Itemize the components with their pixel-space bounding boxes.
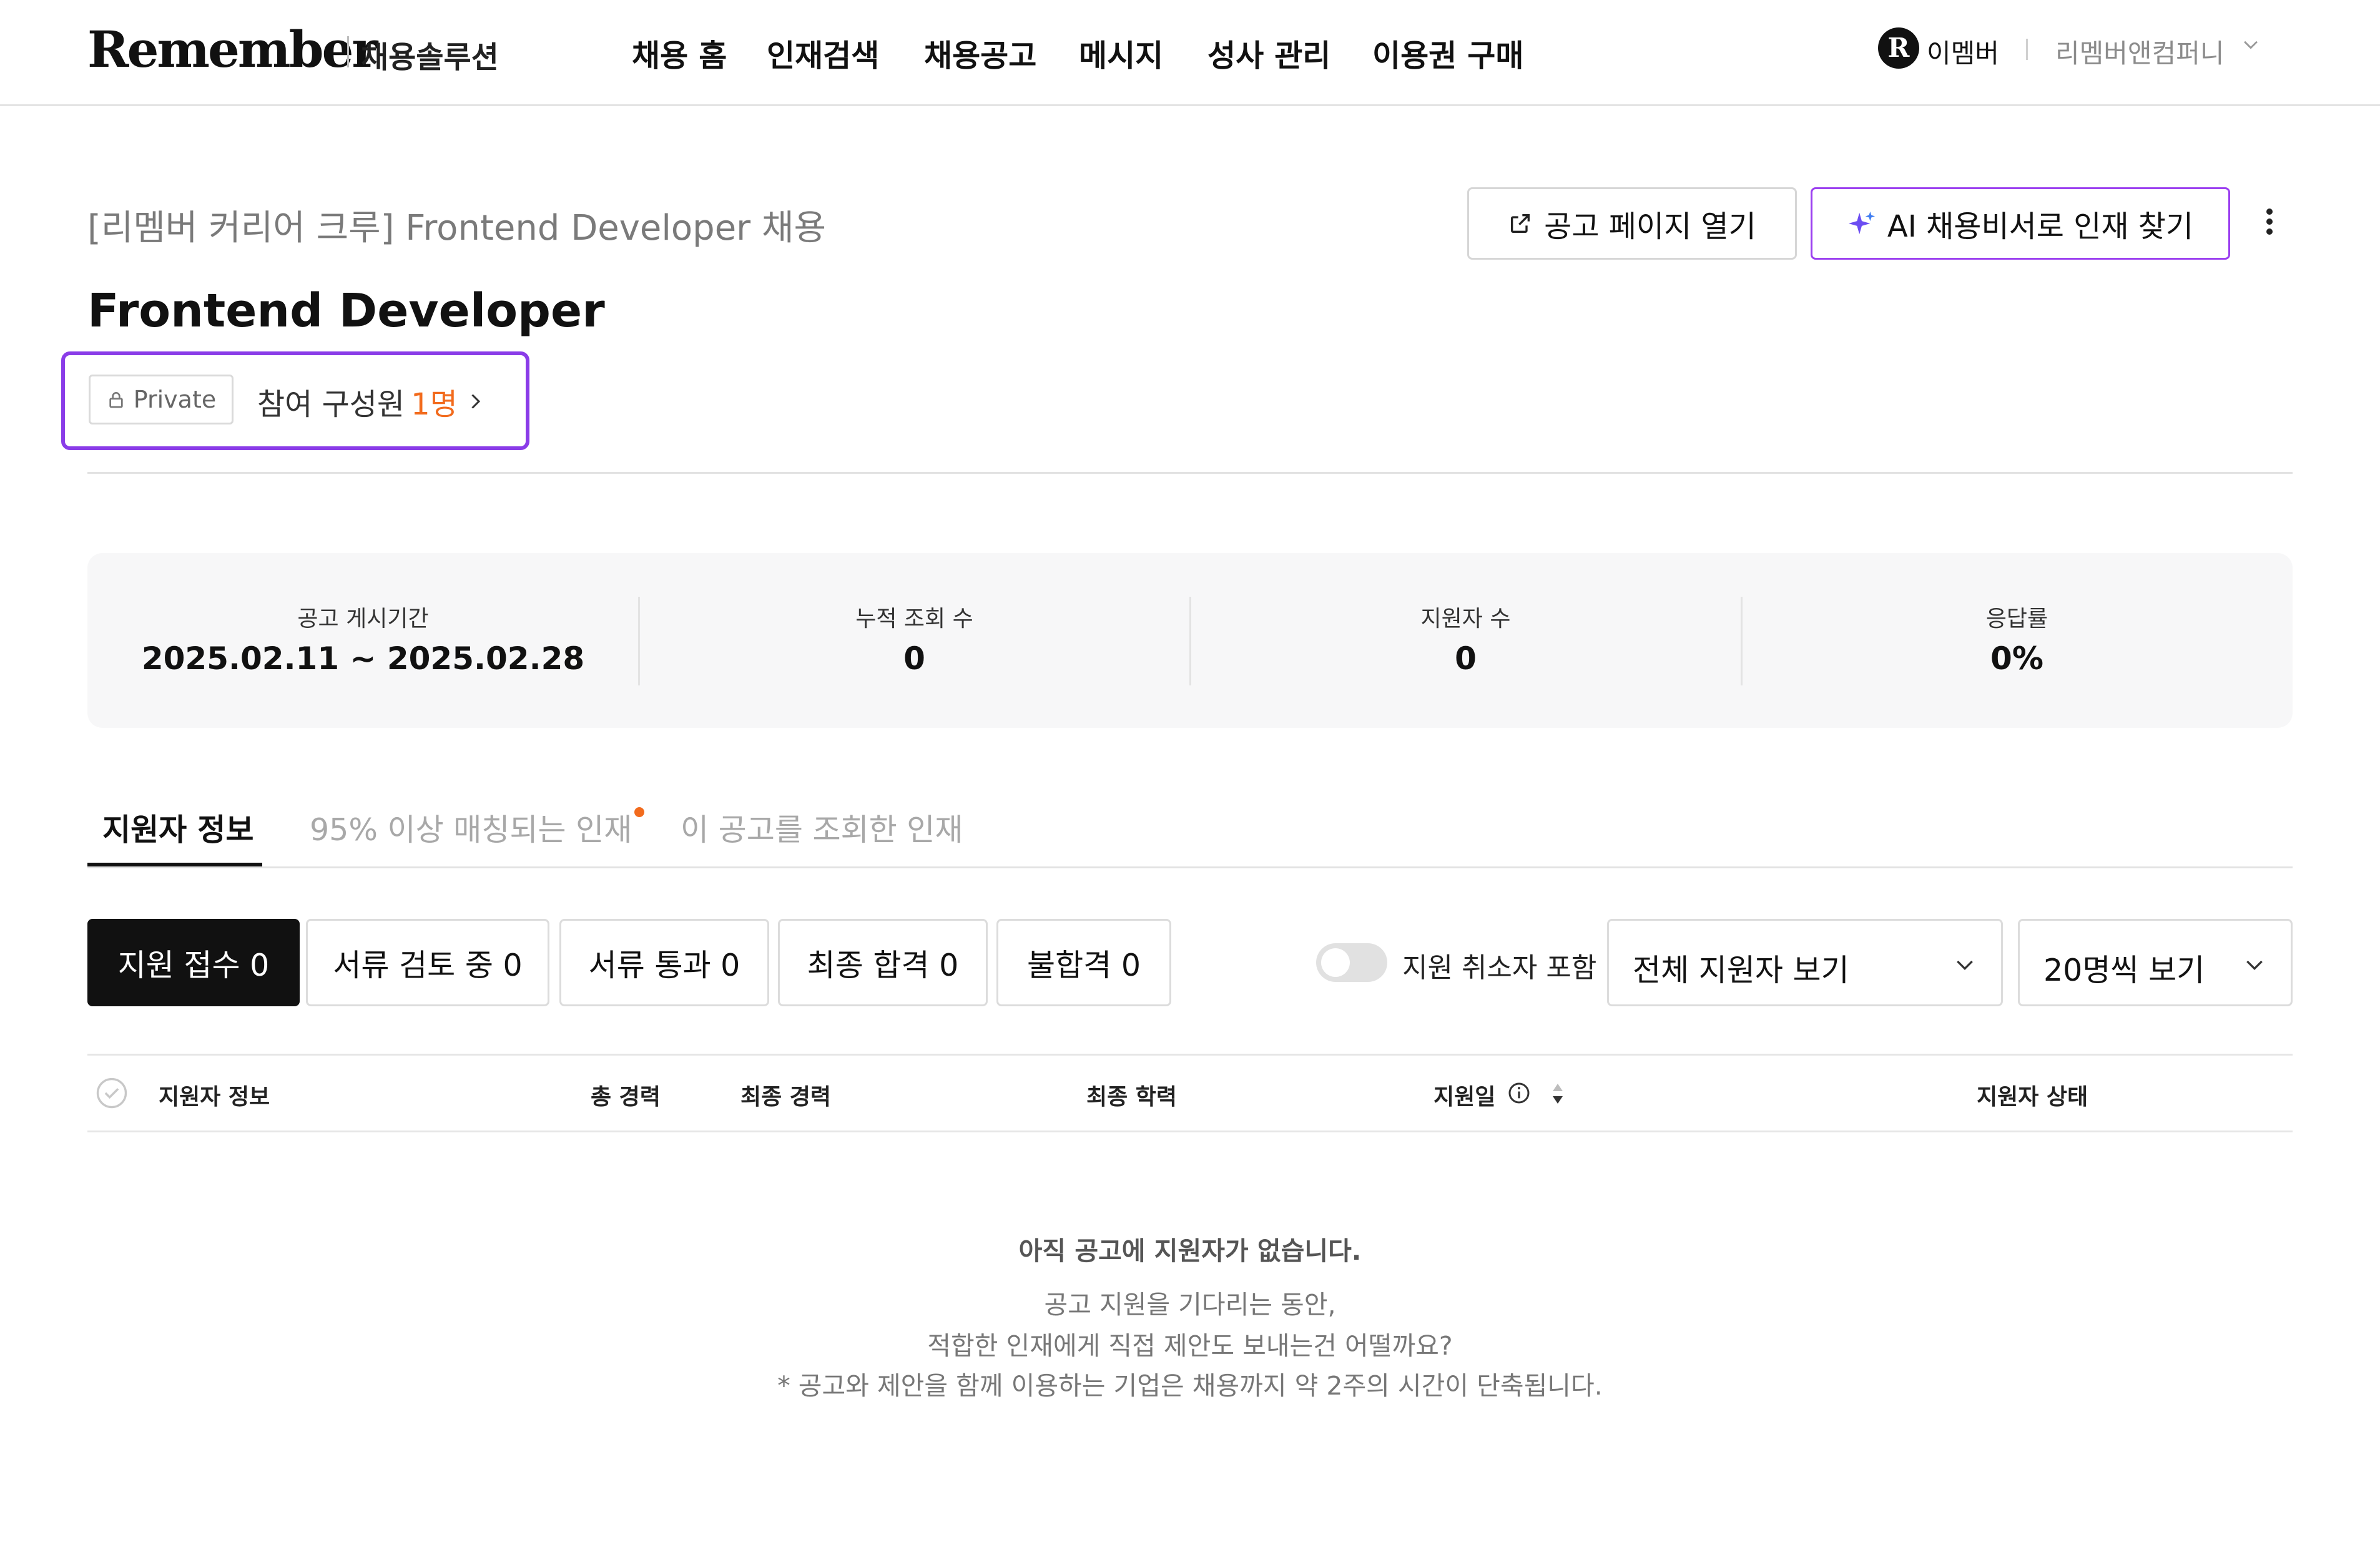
stat-applicant-count: 지원자 수 0	[1190, 553, 1741, 728]
nav-job-posts[interactable]: 채용공고	[924, 31, 1036, 76]
user-avatar-icon[interactable]: R	[1878, 27, 1919, 69]
stat-value: 0	[903, 640, 925, 677]
include-cancelled-label: 지원 취소자 포함	[1402, 952, 1597, 984]
job-breadcrumb: [리멤버 커리어 크루] Frontend Developer 채용	[87, 208, 827, 248]
company-switcher[interactable]: 리멤버앤컴퍼니	[2055, 32, 2224, 71]
external-link-icon	[1511, 214, 1530, 233]
logo-subtitle: 채용솔루션	[361, 40, 499, 75]
empty-state-footnote: * 공고와 제안을 함께 이용하는 기업은 채용까지 약 2주의 시간이 단축됩…	[777, 1371, 1603, 1401]
private-label: Private	[133, 386, 217, 413]
lock-icon	[109, 392, 123, 408]
empty-state-line: 적합한 인재에게 직접 제안도 보내는건 어떨까요?	[927, 1331, 1453, 1361]
filter-document-passed[interactable]: 서류 통과 0	[559, 919, 769, 1006]
table-header-border	[87, 1054, 2293, 1056]
logo-divider	[347, 36, 349, 67]
column-applied-date[interactable]: 지원일	[1433, 1079, 1495, 1111]
column-last-career: 최종 경력	[740, 1084, 832, 1110]
user-name[interactable]: 이멤버	[1927, 32, 1999, 71]
members-label: 참여 구성원	[257, 387, 405, 422]
column-applicant-info: 지원자 정보	[159, 1084, 270, 1110]
nav-messages[interactable]: 메시지	[1079, 31, 1163, 76]
stat-label: 공고 게시기간	[297, 606, 429, 632]
stat-label: 지원자 수	[1420, 606, 1511, 632]
toggle-knob	[1321, 948, 1350, 977]
filter-final-pass[interactable]: 최종 합격 0	[778, 919, 988, 1006]
section-divider	[87, 472, 2293, 474]
include-cancelled-toggle[interactable]	[1316, 943, 1387, 982]
chevron-right-icon	[471, 394, 480, 409]
empty-state-title: 아직 공고에 지원자가 없습니다.	[1018, 1236, 1362, 1266]
info-icon[interactable]	[1507, 1081, 1532, 1106]
job-stats-panel: 공고 게시기간 2025.02.11 ~ 2025.02.28 누적 조회 수 …	[87, 553, 2293, 728]
user-divider	[2026, 39, 2028, 60]
stat-value: 0%	[1990, 640, 2043, 677]
stat-response-rate: 응답률 0%	[1741, 553, 2293, 728]
stat-value: 0	[1455, 640, 1477, 677]
sparkle-icon	[1848, 211, 1875, 235]
tab-matched-talent[interactable]: 95% 이상 매칭되는 인재	[310, 805, 632, 850]
stat-posting-period: 공고 게시기간 2025.02.11 ~ 2025.02.28	[87, 553, 639, 728]
column-applicant-status: 지원자 상태	[1977, 1084, 2088, 1110]
stat-value: 2025.02.11 ~ 2025.02.28	[141, 640, 585, 677]
filter-received[interactable]: 지원 접수 0	[87, 919, 300, 1006]
page-size-select[interactable]: 20명씩 보기	[2018, 919, 2293, 1006]
chevron-down-icon	[2246, 960, 2263, 971]
more-options-icon[interactable]	[2260, 205, 2279, 242]
applicant-view-value: 전체 지원자 보기	[1633, 953, 1849, 988]
private-badge: Private	[89, 375, 234, 424]
nav-talent-search[interactable]: 인재검색	[767, 31, 879, 76]
column-education: 최종 학력	[1086, 1084, 1178, 1110]
column-total-career: 총 경력	[591, 1084, 661, 1110]
tabs-divider	[87, 866, 2293, 868]
nav-recruit-home[interactable]: 채용 홈	[632, 31, 727, 76]
page-title: Frontend Developer	[87, 284, 605, 338]
filter-document-review[interactable]: 서류 검토 중 0	[306, 919, 549, 1006]
open-job-page-label: 공고 페이지 열기	[1544, 209, 1756, 244]
table-header-border	[87, 1131, 2293, 1132]
tab-applicant-info[interactable]: 지원자 정보	[102, 805, 253, 850]
new-indicator-dot	[634, 807, 644, 817]
chevron-down-icon	[1957, 960, 1973, 971]
nav-deal-management[interactable]: 성사 관리	[1207, 31, 1330, 76]
open-job-page-button[interactable]: 공고 페이지 열기	[1467, 187, 1797, 260]
chevron-down-icon[interactable]	[2240, 34, 2261, 55]
stat-total-views: 누적 조회 수 0	[639, 553, 1190, 728]
empty-state-line: 공고 지원을 기다리는 동안,	[1044, 1290, 1336, 1320]
ai-talent-search-button[interactable]: AI 채용비서로 인재 찾기	[1811, 187, 2230, 260]
sort-icon[interactable]	[1548, 1079, 1567, 1109]
select-all-checkbox-icon[interactable]	[95, 1076, 129, 1110]
stat-label: 누적 조회 수	[855, 606, 973, 632]
logo[interactable]: Remember	[87, 20, 378, 79]
tab-viewed-talent[interactable]: 이 공고를 조회한 인재	[681, 805, 963, 850]
participating-members-link[interactable]: 참여 구성원 1명	[257, 380, 486, 423]
top-header: Remember 채용솔루션 채용 홈 인재검색 채용공고 메시지 성사 관리 …	[0, 0, 2380, 106]
stat-label: 응답률	[1985, 606, 2048, 632]
page-size-value: 20명씩 보기	[2043, 953, 2205, 988]
nav-buy-plan[interactable]: 이용권 구매	[1372, 31, 1523, 76]
members-count: 1명	[411, 387, 458, 422]
filter-rejected[interactable]: 불합격 0	[996, 919, 1171, 1006]
ai-talent-search-label: AI 채용비서로 인재 찾기	[1887, 209, 2194, 244]
applicant-view-select[interactable]: 전체 지원자 보기	[1607, 919, 2003, 1006]
